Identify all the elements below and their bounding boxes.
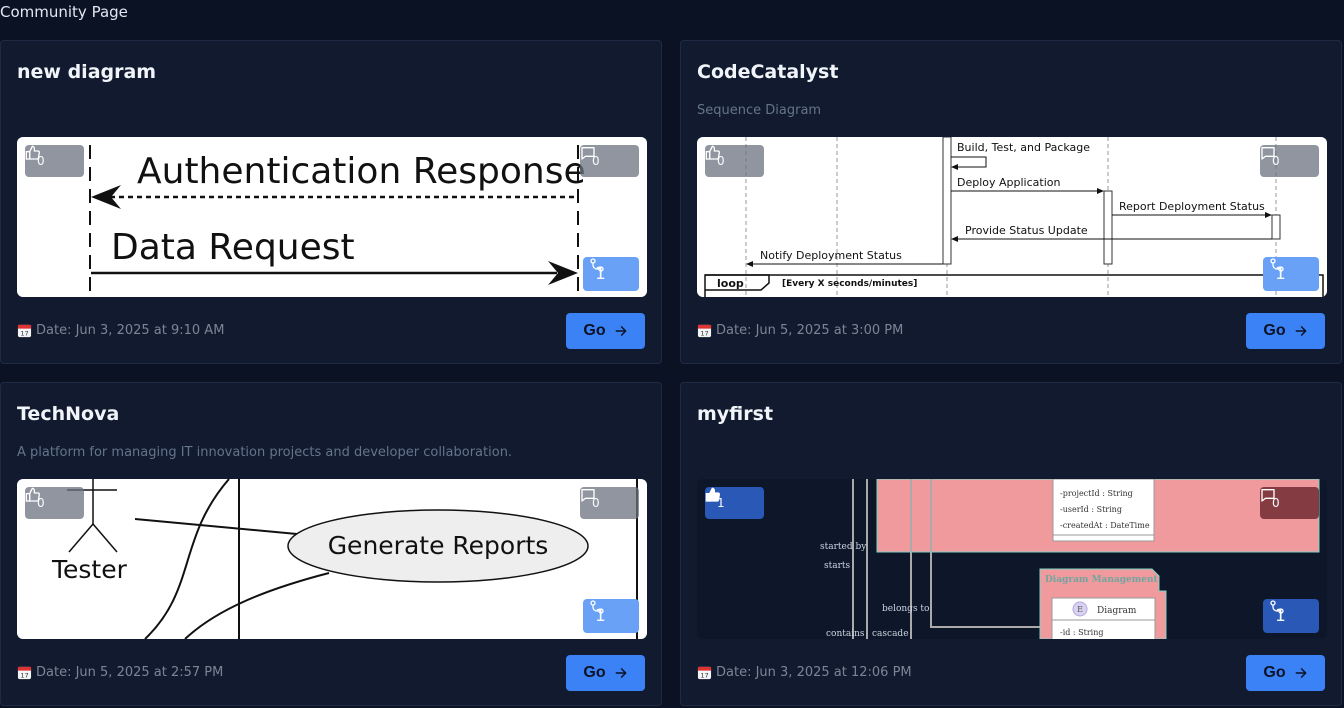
go-label: Go: [1263, 664, 1286, 681]
go-label: Go: [583, 664, 606, 681]
relation-label: belongs to: [882, 604, 929, 614]
fork-button[interactable]: 1: [583, 599, 639, 633]
relation-label: contains: [826, 629, 865, 639]
diagram-card: myfirst -projectId : String -userId : St…: [680, 382, 1342, 706]
thumbs-up-icon: [25, 487, 40, 502]
go-button[interactable]: Go: [566, 313, 645, 349]
card-title[interactable]: TechNova: [17, 403, 119, 425]
go-button[interactable]: Go: [1246, 313, 1325, 349]
calendar-icon: 17: [17, 666, 32, 680]
message-label: Build, Test, and Package: [957, 141, 1090, 154]
diagram-card: TechNova A platform for managing IT inno…: [0, 382, 662, 706]
use-case-label: Generate Reports: [328, 531, 549, 560]
svg-text:17: 17: [700, 330, 708, 338]
loop-label: loop: [717, 277, 744, 290]
like-button[interactable]: 0: [25, 487, 84, 519]
like-button[interactable]: 0: [705, 145, 764, 177]
date-text: Date: Jun 3, 2025 at 9:10 AM: [36, 323, 225, 338]
class-diagram-image: -projectId : String -userId : String -cr…: [820, 479, 1320, 639]
message-square-icon: [581, 147, 595, 160]
date-label: 17 Date: Jun 3, 2025 at 12:06 PM: [697, 665, 912, 680]
relation-label: starts: [824, 561, 851, 571]
calendar-icon: 17: [697, 324, 712, 338]
message-label: Deploy Application: [957, 176, 1061, 189]
git-merge-icon: [590, 600, 604, 614]
comment-button[interactable]: 0: [580, 487, 639, 519]
fork-button[interactable]: 1: [1263, 599, 1319, 633]
date-label: 17 Date: Jun 5, 2025 at 2:57 PM: [17, 665, 223, 680]
entity-badge: E: [1077, 605, 1083, 614]
message-label: Report Deployment Status: [1119, 200, 1265, 213]
thumbs-up-icon: [25, 145, 40, 160]
comment-button[interactable]: 0: [580, 145, 639, 177]
fork-button[interactable]: 1: [583, 257, 639, 291]
date-text: Date: Jun 3, 2025 at 12:06 PM: [716, 665, 912, 680]
message-square-icon: [1261, 147, 1275, 160]
arrow-right-icon: [615, 326, 627, 336]
arrow-right-icon: [1295, 326, 1307, 336]
message-label: Notify Deployment Status: [760, 249, 902, 262]
use-case-diagram-image: Tester Generate Reports: [51, 479, 638, 639]
diagram-preview[interactable]: Tester Generate Reports 0 0 1: [17, 479, 647, 639]
card-title[interactable]: myfirst: [697, 403, 773, 425]
attribute-label: -projectId : String: [1060, 489, 1133, 498]
date-text: Date: Jun 5, 2025 at 3:00 PM: [716, 323, 904, 338]
go-button[interactable]: Go: [566, 655, 645, 691]
sequence-diagram-image: Build, Test, and Package Deploy Applicat…: [704, 137, 1324, 297]
date-label: 17 Date: Jun 5, 2025 at 3:00 PM: [697, 323, 903, 338]
diagram-card: CodeCatalyst Sequence Diagram Build, Tes…: [680, 40, 1342, 364]
card-description: A platform for managing IT innovation pr…: [17, 445, 513, 460]
relation-label: started by: [820, 542, 867, 552]
diagram-preview[interactable]: Build, Test, and Package Deploy Applicat…: [697, 137, 1327, 297]
fork-button[interactable]: 1: [1263, 257, 1319, 291]
svg-text:17: 17: [20, 672, 28, 680]
date-text: Date: Jun 5, 2025 at 2:57 PM: [36, 665, 224, 680]
diagram-preview[interactable]: -projectId : String -userId : String -cr…: [697, 479, 1327, 639]
comment-button[interactable]: 0: [1260, 487, 1319, 519]
thumbs-up-icon: [705, 145, 720, 160]
comment-button[interactable]: 0: [1260, 145, 1319, 177]
svg-text:17: 17: [20, 330, 28, 338]
card-title[interactable]: CodeCatalyst: [697, 61, 838, 83]
sequence-diagram-image: Authentication Response Data Request: [89, 145, 586, 297]
page-title: Community Page: [0, 3, 128, 21]
git-merge-icon: [1270, 600, 1284, 614]
message-label: Provide Status Update: [965, 224, 1088, 237]
go-label: Go: [583, 322, 606, 339]
arrow-right-icon: [615, 668, 627, 678]
message-square-icon: [1261, 489, 1275, 502]
class-name: Diagram: [1097, 606, 1137, 616]
like-button[interactable]: 0: [25, 145, 84, 177]
thumbs-up-icon: [705, 487, 720, 502]
package-label: Diagram Management: [1045, 575, 1159, 585]
date-label: 17 Date: Jun 3, 2025 at 9:10 AM: [17, 323, 224, 338]
git-merge-icon: [590, 258, 604, 272]
card-description: Sequence Diagram: [697, 103, 822, 118]
actor-label: Tester: [51, 555, 128, 584]
arrow-right-icon: [1295, 668, 1307, 678]
go-label: Go: [1263, 322, 1286, 339]
diagram-card: new diagram Authentication Response Data…: [0, 40, 662, 364]
diagram-preview[interactable]: Authentication Response Data Request 0 0…: [17, 137, 647, 297]
git-merge-icon: [1270, 258, 1284, 272]
calendar-icon: 17: [697, 666, 712, 680]
like-button[interactable]: 1: [705, 487, 764, 519]
loop-condition: [Every X seconds/minutes]: [782, 279, 917, 289]
go-button[interactable]: Go: [1246, 655, 1325, 691]
message-label: Data Request: [111, 227, 355, 268]
calendar-icon: 17: [17, 324, 32, 338]
attribute-label: -createdAt : DateTime: [1060, 521, 1150, 530]
attribute-label: -userId : String: [1060, 505, 1122, 514]
svg-text:17: 17: [700, 672, 708, 680]
card-title[interactable]: new diagram: [17, 61, 156, 83]
relation-label: cascade: [872, 629, 909, 639]
message-label: Authentication Response: [137, 151, 586, 192]
message-square-icon: [581, 489, 595, 502]
attribute-label: -id : String: [1060, 628, 1104, 637]
